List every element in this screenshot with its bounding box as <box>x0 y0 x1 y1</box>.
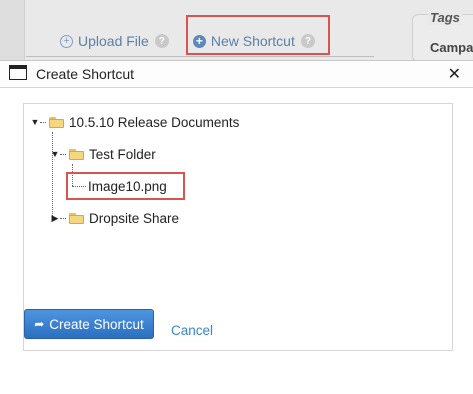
tree-node-label: Dropsite Share <box>89 210 180 226</box>
selected-file-highlight <box>66 172 185 200</box>
dialog-title-bar[interactable]: Create Shortcut ✕ <box>0 61 473 88</box>
expanded-triangle-icon[interactable]: ▼ <box>50 149 60 159</box>
tags-title: Tags <box>428 10 462 25</box>
share-arrow-icon: ➦ <box>34 317 45 331</box>
tree-connector <box>60 153 66 155</box>
collapsed-triangle-icon[interactable]: ▶ <box>50 213 60 224</box>
new-shortcut-highlight <box>186 15 330 55</box>
tree-node-label: Test Folder <box>89 146 156 162</box>
tree-node-dropsite-share[interactable]: ▶ Dropsite Share <box>50 208 180 228</box>
create-shortcut-label: Create Shortcut <box>49 316 144 332</box>
dialog-title: Create Shortcut <box>36 66 135 82</box>
window-icon <box>9 65 27 80</box>
expanded-triangle-icon[interactable]: ▼ <box>30 117 40 127</box>
close-icon[interactable]: ✕ <box>448 64 461 84</box>
tag-item[interactable]: Campa <box>430 40 473 55</box>
tree-node-test-folder[interactable]: ▼ Test Folder <box>50 144 156 164</box>
cancel-link[interactable]: Cancel <box>171 323 213 338</box>
tree-node-label: 10.5.10 Release Documents <box>69 114 240 130</box>
question-circle-icon[interactable]: ? <box>154 34 169 48</box>
folder-icon <box>49 116 64 128</box>
tree-connector <box>40 121 46 123</box>
tree-node-root[interactable]: ▼ 10.5.10 Release Documents <box>30 112 240 132</box>
upload-file-label: Upload File <box>78 33 149 49</box>
left-panel-edge <box>0 0 25 60</box>
tree-connector <box>60 217 66 219</box>
create-shortcut-button[interactable]: ➦ Create Shortcut <box>24 309 154 339</box>
folder-icon <box>69 212 84 224</box>
upload-file-button[interactable]: + Upload File ? <box>60 33 169 49</box>
create-shortcut-dialog: Create Shortcut ✕ ▼ 10.5.10 Release Docu… <box>0 60 473 394</box>
folder-icon <box>69 148 84 160</box>
plus-circle-outline-icon: + <box>60 34 73 48</box>
toolbar-divider <box>26 56 374 57</box>
